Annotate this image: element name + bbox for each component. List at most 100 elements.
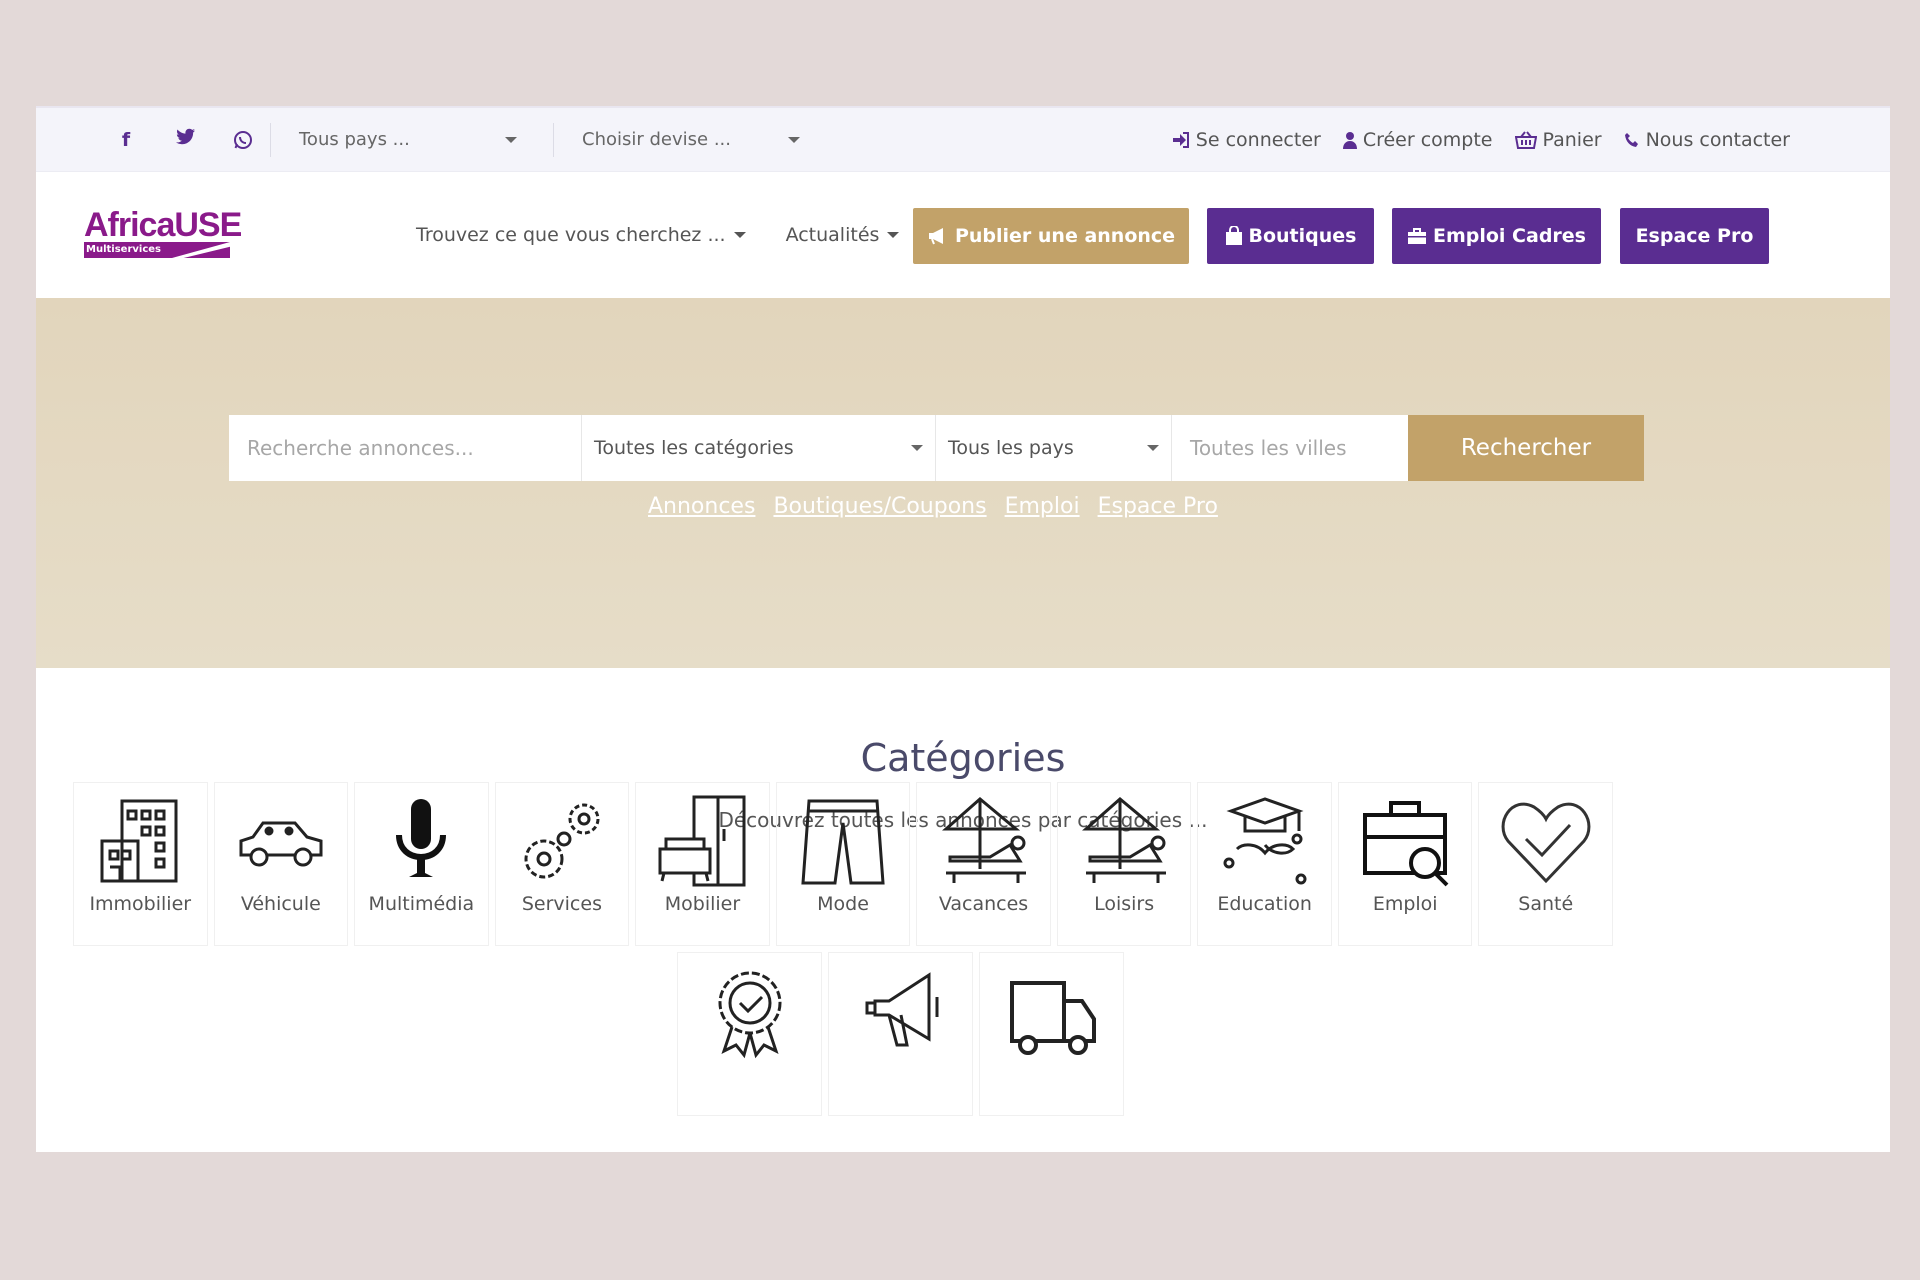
shopping-bag-icon bbox=[1225, 226, 1242, 245]
chevron-down-icon bbox=[1147, 445, 1159, 451]
currency-select-label: Choisir devise ... bbox=[582, 129, 731, 150]
category-label: Mobilier bbox=[664, 893, 741, 915]
search-bar: Recherche annonces... Toutes les catégor… bbox=[229, 415, 1644, 481]
quick-link-shops[interactable]: Boutiques/Coupons bbox=[773, 494, 986, 519]
jobs-button[interactable]: Emploi Cadres bbox=[1392, 208, 1601, 264]
category-label: Multimédia bbox=[368, 893, 475, 915]
heart-icon bbox=[1498, 793, 1594, 889]
country-select[interactable]: Tous pays ... bbox=[279, 129, 545, 150]
shops-label: Boutiques bbox=[1248, 225, 1357, 247]
pro-space-button[interactable]: Espace Pro bbox=[1620, 208, 1769, 264]
category-emploi[interactable]: Emploi bbox=[1338, 782, 1473, 946]
chevron-down-icon bbox=[788, 136, 800, 143]
chevron-down-icon bbox=[505, 136, 517, 143]
twitter-icon[interactable] bbox=[156, 128, 216, 151]
contact-label: Nous contacter bbox=[1645, 129, 1790, 151]
category-select-label: Toutes les catégories bbox=[594, 437, 794, 459]
nav-news-label: Actualités bbox=[785, 224, 880, 246]
category-vacances[interactable]: Vacances bbox=[916, 782, 1051, 946]
top-bar: f Tous pays ... Choisir devise ... Se co… bbox=[36, 108, 1890, 172]
city-input[interactable]: Toutes les villes bbox=[1172, 415, 1408, 481]
category-services[interactable]: Services bbox=[495, 782, 630, 946]
briefcase-search-icon bbox=[1357, 793, 1453, 889]
category-multimedia[interactable]: Multimédia bbox=[354, 782, 489, 946]
category-label: Loisirs bbox=[1094, 893, 1155, 915]
nav-search-label: Trouvez ce que vous cherchez ... bbox=[416, 224, 726, 246]
gears-icon bbox=[514, 793, 610, 889]
register-label: Créer compte bbox=[1362, 129, 1493, 151]
categories-title: Catégories bbox=[860, 736, 1066, 780]
category-label: Immobilier bbox=[89, 893, 192, 915]
logo-subtitle: Multiservices bbox=[86, 244, 161, 255]
country-select-label: Tous pays ... bbox=[299, 129, 410, 150]
login-label: Se connecter bbox=[1195, 129, 1321, 151]
category-card[interactable] bbox=[828, 952, 973, 1116]
category-sante[interactable]: Santé bbox=[1478, 782, 1613, 946]
beach-chair-icon bbox=[1076, 793, 1172, 889]
category-card[interactable] bbox=[677, 952, 822, 1116]
megaphone-icon bbox=[928, 228, 943, 245]
category-label: Education bbox=[1217, 893, 1312, 915]
social-links: f bbox=[96, 128, 262, 151]
categories-grid: Immobilier Véhicule Multimédia Services … bbox=[73, 782, 1613, 1116]
category-vehicule[interactable]: Véhicule bbox=[214, 782, 349, 946]
category-label: Emploi bbox=[1372, 893, 1438, 915]
main-header: AfricaUSE Multiservices Trouvez ce que v… bbox=[36, 172, 1890, 298]
quick-link-ads[interactable]: Annonces bbox=[648, 494, 755, 519]
category-card[interactable] bbox=[979, 952, 1124, 1116]
certificate-icon bbox=[702, 963, 798, 1059]
quick-link-pro[interactable]: Espace Pro bbox=[1098, 494, 1218, 519]
sign-in-icon bbox=[1172, 132, 1189, 148]
facebook-icon[interactable]: f bbox=[96, 129, 156, 151]
logo-text: AfricaUSE bbox=[84, 206, 242, 244]
category-education[interactable]: Education bbox=[1197, 782, 1332, 946]
truck-icon bbox=[1004, 963, 1100, 1059]
category-label: Vacances bbox=[938, 893, 1029, 915]
logo-banner: Multiservices bbox=[84, 242, 230, 258]
car-icon bbox=[233, 793, 329, 889]
category-label: Services bbox=[521, 893, 602, 915]
category-loisirs[interactable]: Loisirs bbox=[1057, 782, 1192, 946]
jobs-label: Emploi Cadres bbox=[1432, 225, 1586, 247]
cart-link[interactable]: Panier bbox=[1514, 129, 1602, 151]
chevron-down-icon bbox=[887, 232, 900, 238]
quick-link-jobs[interactable]: Emploi bbox=[1005, 494, 1080, 519]
divider bbox=[270, 122, 271, 157]
megaphone-icon bbox=[853, 963, 949, 1059]
main-nav: Trouvez ce que vous cherchez ... Actuali… bbox=[416, 172, 939, 298]
phone-icon bbox=[1624, 133, 1638, 147]
user-icon bbox=[1342, 132, 1357, 149]
publish-ad-button[interactable]: Publier une annonce bbox=[913, 208, 1189, 264]
shops-button[interactable]: Boutiques bbox=[1207, 208, 1374, 264]
publish-ad-label: Publier une annonce bbox=[954, 225, 1176, 247]
currency-select[interactable]: Choisir devise ... bbox=[562, 129, 828, 150]
shorts-icon bbox=[795, 793, 891, 889]
nav-news-menu[interactable]: Actualités bbox=[786, 224, 900, 246]
category-immobilier[interactable]: Immobilier bbox=[73, 782, 208, 946]
category-label: Véhicule bbox=[240, 893, 321, 915]
contact-link[interactable]: Nous contacter bbox=[1624, 129, 1790, 151]
register-link[interactable]: Créer compte bbox=[1342, 129, 1493, 151]
logo[interactable]: AfricaUSE Multiservices bbox=[84, 206, 242, 260]
chevron-down-icon bbox=[911, 445, 923, 451]
search-button[interactable]: Rechercher bbox=[1408, 415, 1644, 481]
category-mobilier[interactable]: Mobilier bbox=[635, 782, 770, 946]
country-filter-label: Tous les pays bbox=[948, 437, 1074, 459]
category-select[interactable]: Toutes les catégories bbox=[582, 415, 936, 481]
pro-space-label: Espace Pro bbox=[1635, 225, 1754, 247]
cart-label: Panier bbox=[1542, 129, 1602, 151]
quick-links: Annonces Boutiques/Coupons Emploi Espace… bbox=[648, 494, 1218, 519]
category-mode[interactable]: Mode bbox=[776, 782, 911, 946]
chevron-down-icon bbox=[733, 232, 746, 238]
category-label: Mode bbox=[817, 893, 869, 915]
login-link[interactable]: Se connecter bbox=[1172, 129, 1321, 151]
building-icon bbox=[92, 793, 188, 889]
microphone-icon bbox=[373, 793, 469, 889]
whatsapp-icon[interactable] bbox=[224, 129, 262, 151]
country-filter-select[interactable]: Tous les pays bbox=[936, 415, 1172, 481]
nav-search-menu[interactable]: Trouvez ce que vous cherchez ... bbox=[416, 224, 746, 246]
hero-search: Recherche annonces... Toutes les catégor… bbox=[36, 298, 1890, 668]
beach-chair-icon bbox=[936, 793, 1032, 889]
graduation-cap-icon bbox=[1217, 793, 1313, 889]
search-input[interactable]: Recherche annonces... bbox=[229, 415, 582, 481]
